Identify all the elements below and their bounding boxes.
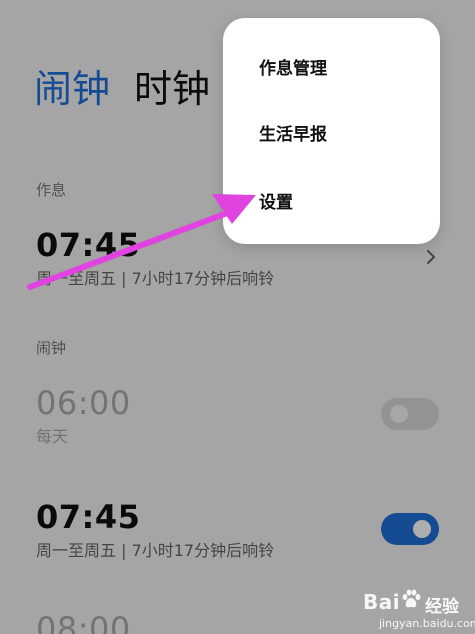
alarm-time: 07:45: [36, 498, 141, 536]
alarm-detail: 周一至周五 | 7小时17分钟后响铃: [36, 541, 275, 560]
alarm-detail: 每天: [36, 427, 69, 446]
menu-item-schedule-management[interactable]: 作息管理: [259, 54, 327, 79]
alarm-time: 08:00: [36, 610, 131, 634]
tab-clock[interactable]: 时钟: [134, 70, 210, 108]
schedule-alarm-time: 07:45: [36, 226, 141, 264]
alarm-time: 06:00: [36, 384, 131, 422]
tab-alarm[interactable]: 闹钟: [34, 70, 110, 108]
watermark-brand: Bai: [363, 590, 401, 614]
alarm-toggle-on[interactable]: [381, 513, 439, 545]
alarm-toggle-off[interactable]: [381, 398, 439, 430]
chevron-right-icon[interactable]: [424, 250, 438, 264]
watermark-brand-cn: 经验: [425, 597, 459, 617]
baidu-paw-icon: [402, 589, 421, 608]
schedule-alarm-detail: 周一至周五 | 7小时17分钟后响铃: [36, 269, 275, 288]
menu-item-settings[interactable]: 设置: [259, 188, 293, 213]
top-tabs: 闹钟 时钟: [34, 70, 210, 108]
watermark-url: jingyan.baidu.com: [379, 617, 475, 630]
alarm-section-label: 闹钟: [36, 339, 67, 357]
baidu-jingyan-watermark: Bai 经验 jingyan.baidu.com: [363, 586, 475, 634]
schedule-section-label: 作息: [36, 181, 67, 199]
toggle-knob: [390, 405, 408, 423]
overflow-menu: 作息管理 生活早报 设置: [223, 18, 440, 244]
menu-item-daily-briefing[interactable]: 生活早报: [259, 120, 327, 145]
toggle-knob: [413, 520, 431, 538]
